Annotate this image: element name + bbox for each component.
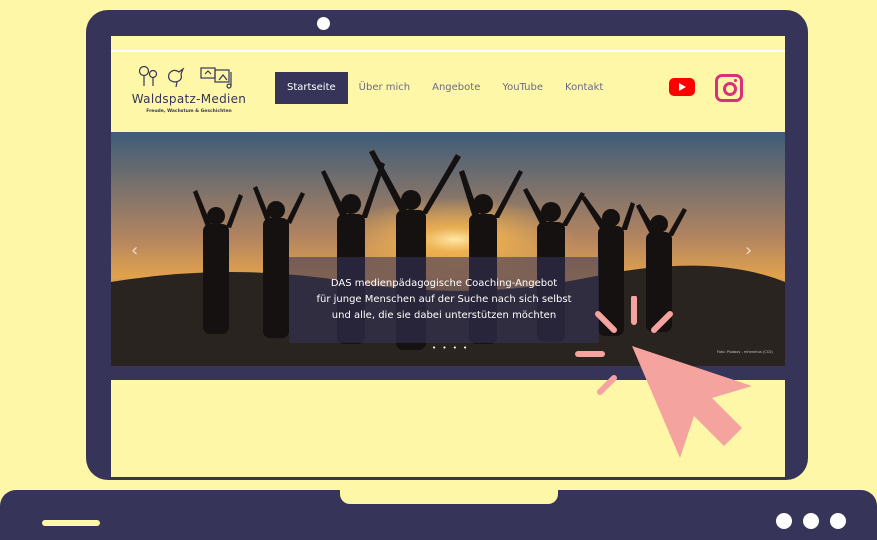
hero-caption-line-3: und alle, die sie dabei unterstützen möc… — [331, 310, 557, 321]
click-pointer-icon — [575, 296, 752, 458]
main-navigation: Startseite Über mich Angebote YouTube Ko… — [275, 72, 614, 104]
nav-item-angebote[interactable]: Angebote — [421, 72, 491, 104]
nav-item-kontakt[interactable]: Kontakt — [554, 72, 614, 104]
logo-subtitle: Freude, Wachstum & Geschichten — [146, 109, 232, 114]
slider-dots[interactable]: • • • • — [432, 344, 469, 352]
nav-item-youtube[interactable]: YouTube — [491, 72, 554, 104]
logo-illustration-icon — [138, 65, 232, 89]
site-logo[interactable]: Waldspatz-Medien Freude, Wachstum & Gesc… — [129, 64, 249, 124]
browser-top-strip — [111, 36, 785, 52]
nav-item-startseite[interactable]: Startseite — [275, 72, 348, 104]
dot-icon-2 — [803, 513, 819, 529]
youtube-icon[interactable] — [669, 78, 695, 96]
hero-caption: DAS medienpädagogische Coaching-Angebot … — [289, 257, 599, 343]
nav-item-ueber-mich[interactable]: Über mich — [348, 72, 421, 104]
logo-title: Waldspatz-Medien — [131, 92, 247, 106]
dot-icon-1 — [776, 513, 792, 529]
hero-caption-line-1: DAS medienpädagogische Coaching-Angebot — [330, 278, 558, 289]
hero-caption-line-2: für junge Menschen auf der Suche nach si… — [316, 294, 572, 305]
laptop-base-line — [42, 520, 100, 526]
laptop-base-notch — [340, 490, 558, 504]
site-header: Waldspatz-Medien Freude, Wachstum & Gesc… — [111, 52, 785, 132]
dot-icon-3 — [830, 513, 846, 529]
slider-next-arrow[interactable]: › — [745, 240, 752, 261]
webcam-dot — [317, 17, 330, 30]
instagram-icon[interactable] — [715, 74, 743, 102]
slider-prev-arrow[interactable]: ‹ — [131, 240, 138, 261]
